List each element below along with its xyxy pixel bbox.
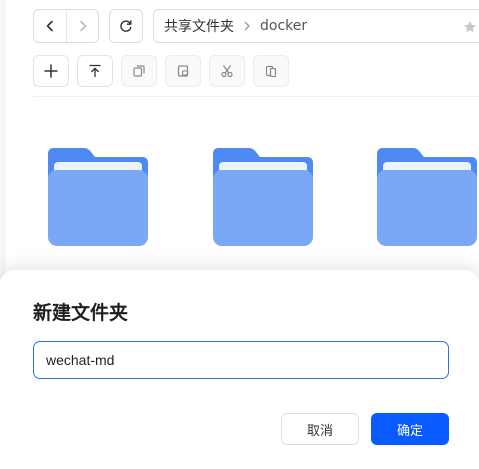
new-folder-dialog: 新建文件夹 取消 确定 xyxy=(0,270,479,469)
cancel-button[interactable]: 取消 xyxy=(281,413,359,445)
dialog-title: 新建文件夹 xyxy=(33,302,129,324)
folder-name-input[interactable] xyxy=(33,341,449,379)
confirm-button[interactable]: 确定 xyxy=(371,413,449,445)
file-manager-window: 共享文件夹 docker 新建文件夹 wechat-md 取消 确定 xyxy=(0,0,479,469)
